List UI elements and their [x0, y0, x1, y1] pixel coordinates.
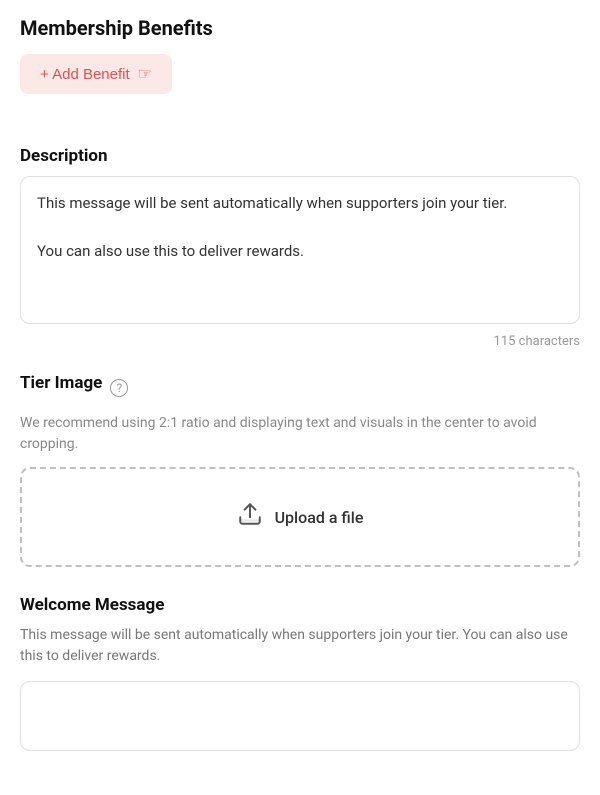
upload-icon — [237, 501, 263, 533]
description-label: Description — [20, 146, 580, 166]
tier-image-recommend-text: We recommend using 2:1 ratio and display… — [20, 413, 580, 455]
membership-benefits-title: Membership Benefits — [20, 16, 580, 40]
add-benefit-button[interactable]: + Add Benefit ☞ — [20, 54, 172, 94]
tier-image-label: Tier Image — [20, 373, 102, 393]
welcome-message-textarea[interactable] — [20, 681, 580, 751]
welcome-message-subtitle: This message will be sent automatically … — [20, 625, 580, 667]
tier-image-section: Tier Image ? We recommend using 2:1 rati… — [20, 373, 580, 567]
upload-file-area[interactable]: Upload a file — [20, 467, 580, 567]
char-count: 115 characters — [20, 334, 580, 349]
upload-label: Upload a file — [275, 508, 364, 527]
membership-benefits-section: Membership Benefits + Add Benefit ☞ — [20, 16, 580, 122]
description-section: Description This message will be sent au… — [20, 146, 580, 349]
welcome-message-label: Welcome Message — [20, 595, 580, 615]
add-benefit-label: + Add Benefit — [40, 66, 130, 83]
tier-image-help-icon[interactable]: ? — [110, 379, 128, 397]
description-textarea[interactable]: This message will be sent automatically … — [20, 176, 580, 324]
welcome-message-section: Welcome Message This message will be sen… — [20, 595, 580, 755]
cursor-icon: ☞ — [138, 64, 152, 84]
